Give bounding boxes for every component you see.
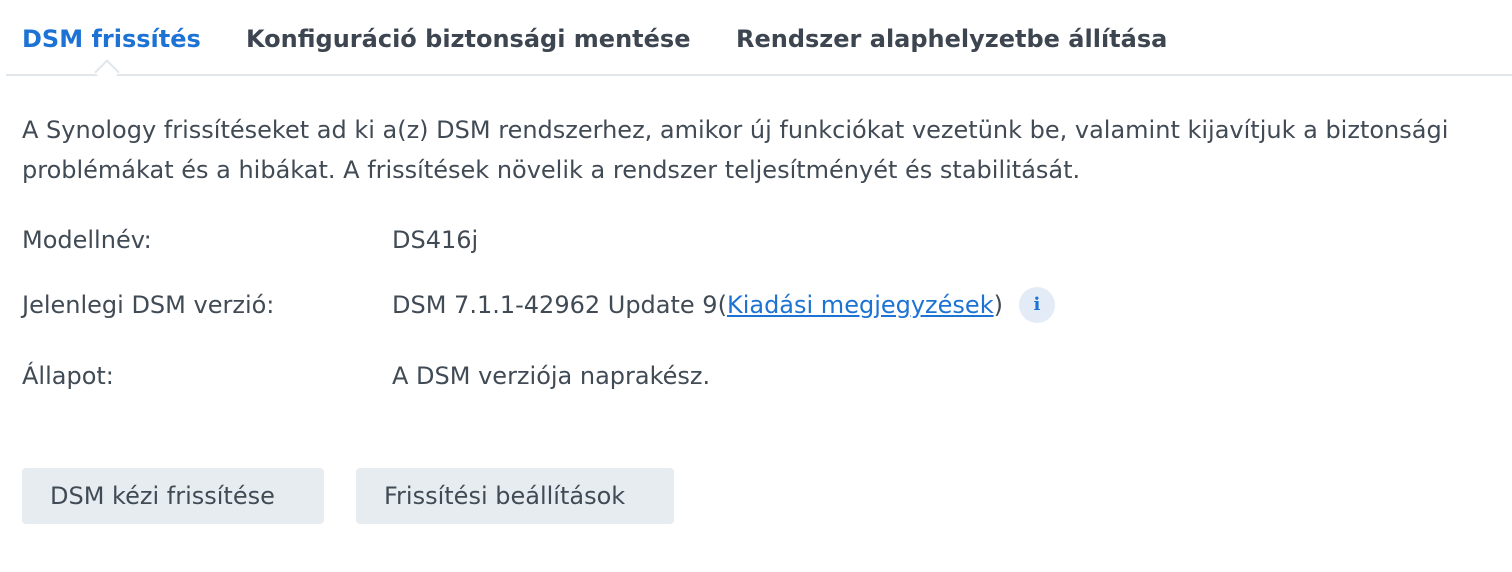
paren-open: (: [717, 291, 727, 319]
manual-update-button[interactable]: DSM kézi frissítése: [22, 468, 324, 524]
model-name: DS416j: [392, 226, 479, 254]
active-tab-indicator: [94, 59, 120, 85]
version-value: DSM 7.1.1-42962 Update 9 (Kiadási megjeg…: [392, 287, 1055, 323]
update-description: A Synology frissítéseket ad ki a(z) DSM …: [22, 116, 1449, 184]
info-icon[interactable]: i: [1018, 287, 1055, 323]
version-text: DSM 7.1.1-42962 Update 9: [392, 291, 718, 319]
tab-system-reset[interactable]: Rendszer alaphelyzetbe állítása: [736, 24, 1167, 54]
tab-bar: DSM frissítés Konfiguráció biztonsági me…: [6, 0, 1512, 85]
paren-close: ): [993, 291, 1003, 319]
tab-config-backup[interactable]: Konfiguráció biztonsági mentése: [246, 24, 690, 54]
update-settings-button[interactable]: Frissítési beállítások: [356, 468, 674, 524]
model-value: DS416j: [392, 224, 478, 256]
status-label: Állapot:: [22, 362, 114, 390]
version-label: Jelenlegi DSM verzió:: [22, 291, 275, 319]
status-value: A DSM verziója naprakész.: [392, 362, 711, 390]
release-notes-link[interactable]: Kiadási megjegyzések: [727, 289, 994, 321]
tab-dsm-update[interactable]: DSM frissítés: [22, 24, 201, 54]
model-label: Modellnév:: [22, 226, 152, 254]
